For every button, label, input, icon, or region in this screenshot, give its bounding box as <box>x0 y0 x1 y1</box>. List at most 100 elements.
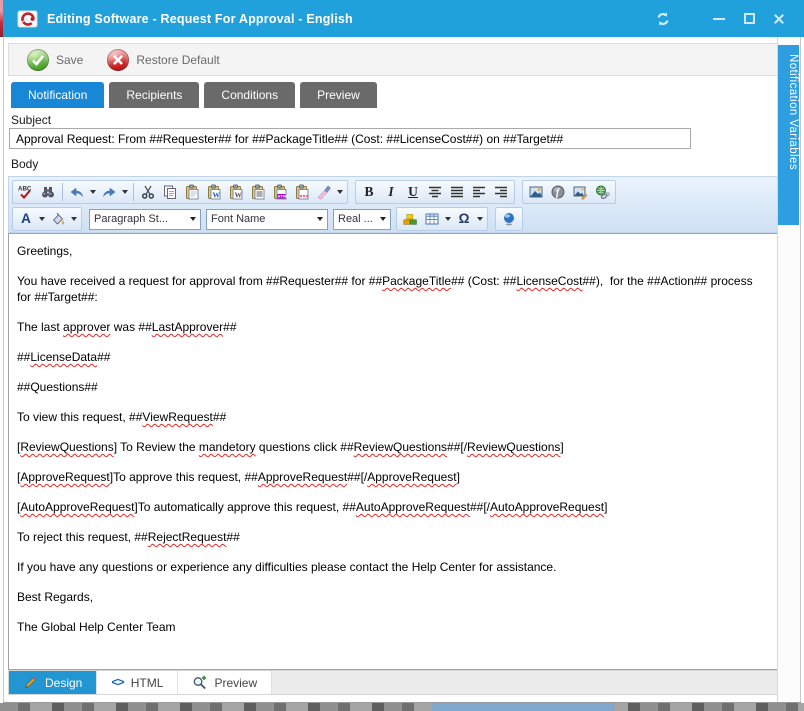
restore-default-button[interactable]: Restore Default <box>101 46 225 73</box>
tab-recipients[interactable]: Recipients <box>109 82 199 108</box>
notification-variables-tab[interactable]: Notification Variables <box>778 45 799 225</box>
misspelled-token: AutoApproveRequest <box>20 500 134 514</box>
strip-formatting-dropdown[interactable] <box>335 181 345 203</box>
minimize-button[interactable] <box>704 4 734 34</box>
underline-icon: U <box>408 185 418 199</box>
cut-button[interactable] <box>137 181 159 203</box>
format-group: B I U <box>355 180 515 204</box>
body-paragraph: ##Questions## <box>17 379 769 395</box>
misspelled-token: ApproveRequest <box>367 470 456 484</box>
find-icon <box>40 184 56 200</box>
body-paragraph: To view this request, ##ViewRequest## <box>17 409 769 425</box>
foreground-color-dropdown[interactable] <box>37 208 47 230</box>
italic-icon: I <box>388 185 393 199</box>
paste-button[interactable] <box>181 181 203 203</box>
mode-tab-html[interactable]: <> HTML <box>97 671 178 694</box>
redo-button[interactable] <box>98 181 120 203</box>
italic-button[interactable]: I <box>380 181 402 203</box>
body-text: ] <box>604 500 607 514</box>
mode-tab-label: Preview <box>214 676 257 690</box>
editor-toolbar-row1: ABC <box>12 179 774 205</box>
align-center-icon <box>427 184 443 200</box>
font-size-select[interactable]: Real ... <box>333 209 391 230</box>
mode-tab-strip: Design <> HTML Preview <box>8 670 778 695</box>
window-body: Save Restore Default Notification Recipi… <box>3 37 801 703</box>
justify-button[interactable] <box>446 181 468 203</box>
image-editor-button[interactable] <box>569 181 591 203</box>
insert-table-dropdown[interactable] <box>443 208 453 230</box>
paragraph-style-select[interactable]: Paragraph St... <box>89 209 201 230</box>
tab-notification[interactable]: Notification <box>11 82 104 108</box>
misspelled-token: ApproveRequest <box>20 470 109 484</box>
insert-table-button[interactable] <box>421 208 443 230</box>
flash-manager-button[interactable]: f <box>547 181 569 203</box>
background-color-button[interactable] <box>47 208 69 230</box>
side-panel-column: Notification Variables <box>777 37 800 703</box>
mode-tab-design[interactable]: Design <box>9 671 97 694</box>
separator <box>133 183 134 201</box>
copy-button[interactable] <box>159 181 181 203</box>
background-color-dropdown[interactable] <box>69 208 79 230</box>
refresh-button[interactable] <box>648 4 678 34</box>
image-manager-button[interactable] <box>525 181 547 203</box>
paste-from-word-button[interactable]: W <box>203 181 225 203</box>
undo-button[interactable] <box>66 181 88 203</box>
foreground-color-button[interactable]: A <box>15 208 37 230</box>
misspelled-token: mandetory <box>199 440 256 454</box>
chevron-down-icon <box>39 217 45 221</box>
redo-dropdown[interactable] <box>120 181 130 203</box>
tab-preview[interactable]: Preview <box>300 82 377 108</box>
align-right-icon <box>493 184 509 200</box>
align-center-button[interactable] <box>424 181 446 203</box>
paste-as-html-button[interactable]: HTML <box>269 181 291 203</box>
maximize-button[interactable] <box>734 4 764 34</box>
merge-fields-button[interactable] <box>399 208 421 230</box>
close-button[interactable] <box>764 4 794 34</box>
body-paragraph: ##LicenseData## <box>17 349 769 365</box>
separator <box>62 183 63 201</box>
titlebar[interactable]: Editing Software - Request For Approval … <box>3 0 804 37</box>
insert-symbol-button[interactable]: Ω <box>453 208 475 230</box>
restore-default-label: Restore Default <box>136 53 219 67</box>
tab-conditions[interactable]: Conditions <box>204 82 295 108</box>
find-button[interactable] <box>37 181 59 203</box>
insert-symbol-dropdown[interactable] <box>475 208 485 230</box>
hyperlink-manager-button[interactable] <box>591 181 613 203</box>
main-column: Save Restore Default Notification Recipi… <box>8 37 778 703</box>
tab-label: Recipients <box>126 88 182 102</box>
strip-formatting-icon <box>316 184 332 200</box>
bold-button[interactable]: B <box>358 181 380 203</box>
mode-tab-preview[interactable]: Preview <box>178 671 272 694</box>
media-manager-button[interactable] <box>498 208 520 230</box>
spellcheck-button[interactable]: ABC <box>15 181 37 203</box>
save-label: Save <box>56 53 83 67</box>
editor-toolbar-row2: A Paragraph St... <box>12 206 774 232</box>
editor-toolbar: ABC <box>8 176 778 233</box>
editor-body[interactable]: Greetings,You have received a request fo… <box>8 233 778 670</box>
window-title: Editing Software - Request For Approval … <box>47 12 353 26</box>
body-text: ]To approve this request, ## <box>110 470 258 484</box>
undo-icon <box>69 184 85 200</box>
misspelled-token: LicenseCost <box>516 274 582 288</box>
chevron-down-icon <box>122 190 128 194</box>
misspelled-token: ReviewQuestions <box>20 440 113 454</box>
paste-from-word-nostyles-button[interactable]: W <box>225 181 247 203</box>
paste-plain-text-button[interactable] <box>247 181 269 203</box>
side-tab-label: Notification Variables <box>787 54 799 170</box>
paste-special-button[interactable] <box>291 181 313 203</box>
align-right-button[interactable] <box>490 181 512 203</box>
body-text: ## <box>97 350 110 364</box>
body-text: The Global Help Center Team <box>17 620 176 634</box>
subject-input[interactable] <box>9 128 691 149</box>
body-text: To view this request, ## <box>17 410 142 424</box>
save-button[interactable]: Save <box>21 46 89 73</box>
color-group: A <box>12 207 82 231</box>
body-text: ## (Cost: ## <box>451 274 516 288</box>
underline-button[interactable]: U <box>402 181 424 203</box>
strip-formatting-button[interactable] <box>313 181 335 203</box>
font-name-select[interactable]: Font Name <box>206 209 328 230</box>
body-text: ##[/ <box>347 470 367 484</box>
align-left-button[interactable] <box>468 181 490 203</box>
undo-dropdown[interactable] <box>88 181 98 203</box>
body-text: ] <box>457 470 460 484</box>
